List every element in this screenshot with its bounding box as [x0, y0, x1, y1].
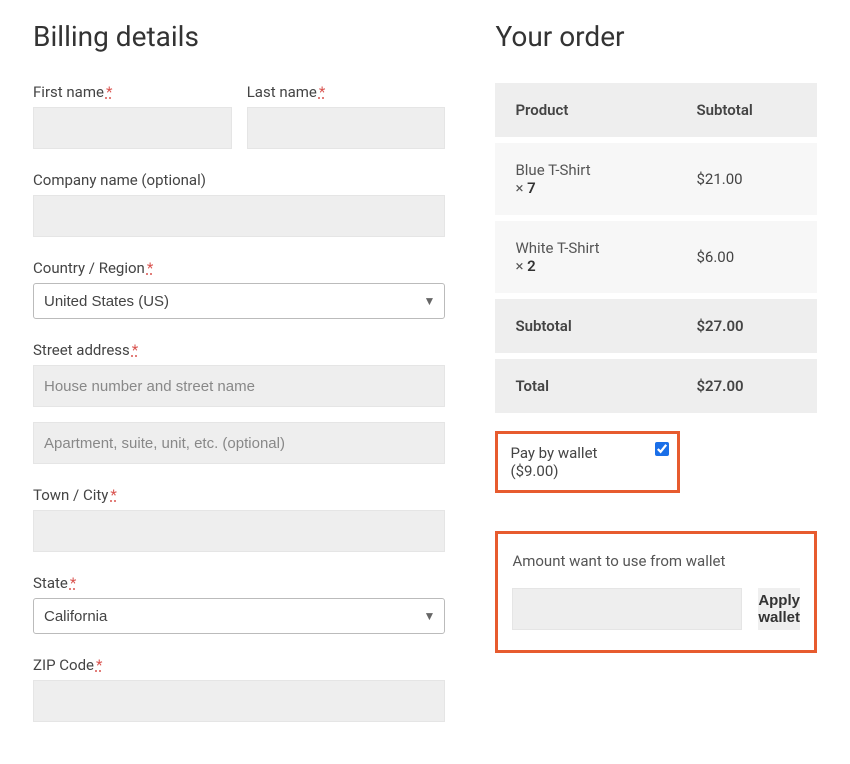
required-mark: * [319, 83, 325, 101]
country-label: Country / Region* [33, 259, 445, 277]
street2-input[interactable] [33, 422, 445, 464]
wallet-amount-input[interactable] [512, 588, 742, 630]
state-select[interactable]: California [33, 598, 445, 634]
order-heading: Your order [495, 20, 817, 53]
billing-section: Billing details First name* Last name* C… [33, 20, 445, 744]
item-qty: 7 [527, 179, 536, 197]
item-subtotal: $21.00 [676, 140, 817, 218]
table-row: Blue T-Shirt × 7 $21.00 [495, 140, 817, 218]
zip-label: ZIP Code* [33, 656, 445, 674]
first-name-label: First name* [33, 83, 232, 101]
city-input[interactable] [33, 510, 445, 552]
pay-by-wallet-checkbox[interactable] [655, 442, 669, 456]
country-select[interactable]: United States (US) [33, 283, 445, 319]
zip-input[interactable] [33, 680, 445, 722]
first-name-input[interactable] [33, 107, 232, 149]
wallet-balance: ($9.00) [510, 462, 665, 480]
order-section: Your order Product Subtotal Blue T-Shirt… [495, 20, 817, 744]
required-mark: * [110, 486, 116, 504]
street-label: Street address* [33, 341, 445, 359]
item-name: Blue T-Shirt [515, 161, 590, 179]
state-label: State* [33, 574, 445, 592]
street1-input[interactable] [33, 365, 445, 407]
item-subtotal: $6.00 [676, 218, 817, 296]
subtotal-value: $27.00 [676, 296, 817, 356]
item-name: White T-Shirt [515, 239, 599, 257]
company-label: Company name (optional) [33, 171, 445, 189]
last-name-label: Last name* [247, 83, 446, 101]
required-mark: * [70, 574, 76, 592]
required-mark: * [147, 259, 153, 277]
required-mark: * [132, 341, 138, 359]
wallet-amount-label: Amount want to use from wallet [512, 552, 800, 570]
pay-by-wallet-label: Pay by wallet [510, 444, 665, 462]
subtotal-label: Subtotal [495, 296, 676, 356]
city-label: Town / City* [33, 486, 445, 504]
total-label: Total [495, 356, 676, 413]
required-mark: * [106, 83, 112, 101]
total-value: $27.00 [676, 356, 817, 413]
pay-by-wallet-box: Pay by wallet ($9.00) [495, 431, 680, 493]
col-subtotal: Subtotal [676, 83, 817, 140]
company-input[interactable] [33, 195, 445, 237]
wallet-apply-box: Amount want to use from wallet Apply wal… [495, 531, 817, 653]
last-name-input[interactable] [247, 107, 446, 149]
col-product: Product [495, 83, 676, 140]
order-table: Product Subtotal Blue T-Shirt × 7 $21.00… [495, 83, 817, 413]
apply-wallet-button[interactable]: Apply wallet [758, 588, 800, 630]
table-row: White T-Shirt × 2 $6.00 [495, 218, 817, 296]
billing-heading: Billing details [33, 20, 445, 53]
required-mark: * [96, 656, 102, 674]
item-qty: 2 [527, 257, 536, 275]
